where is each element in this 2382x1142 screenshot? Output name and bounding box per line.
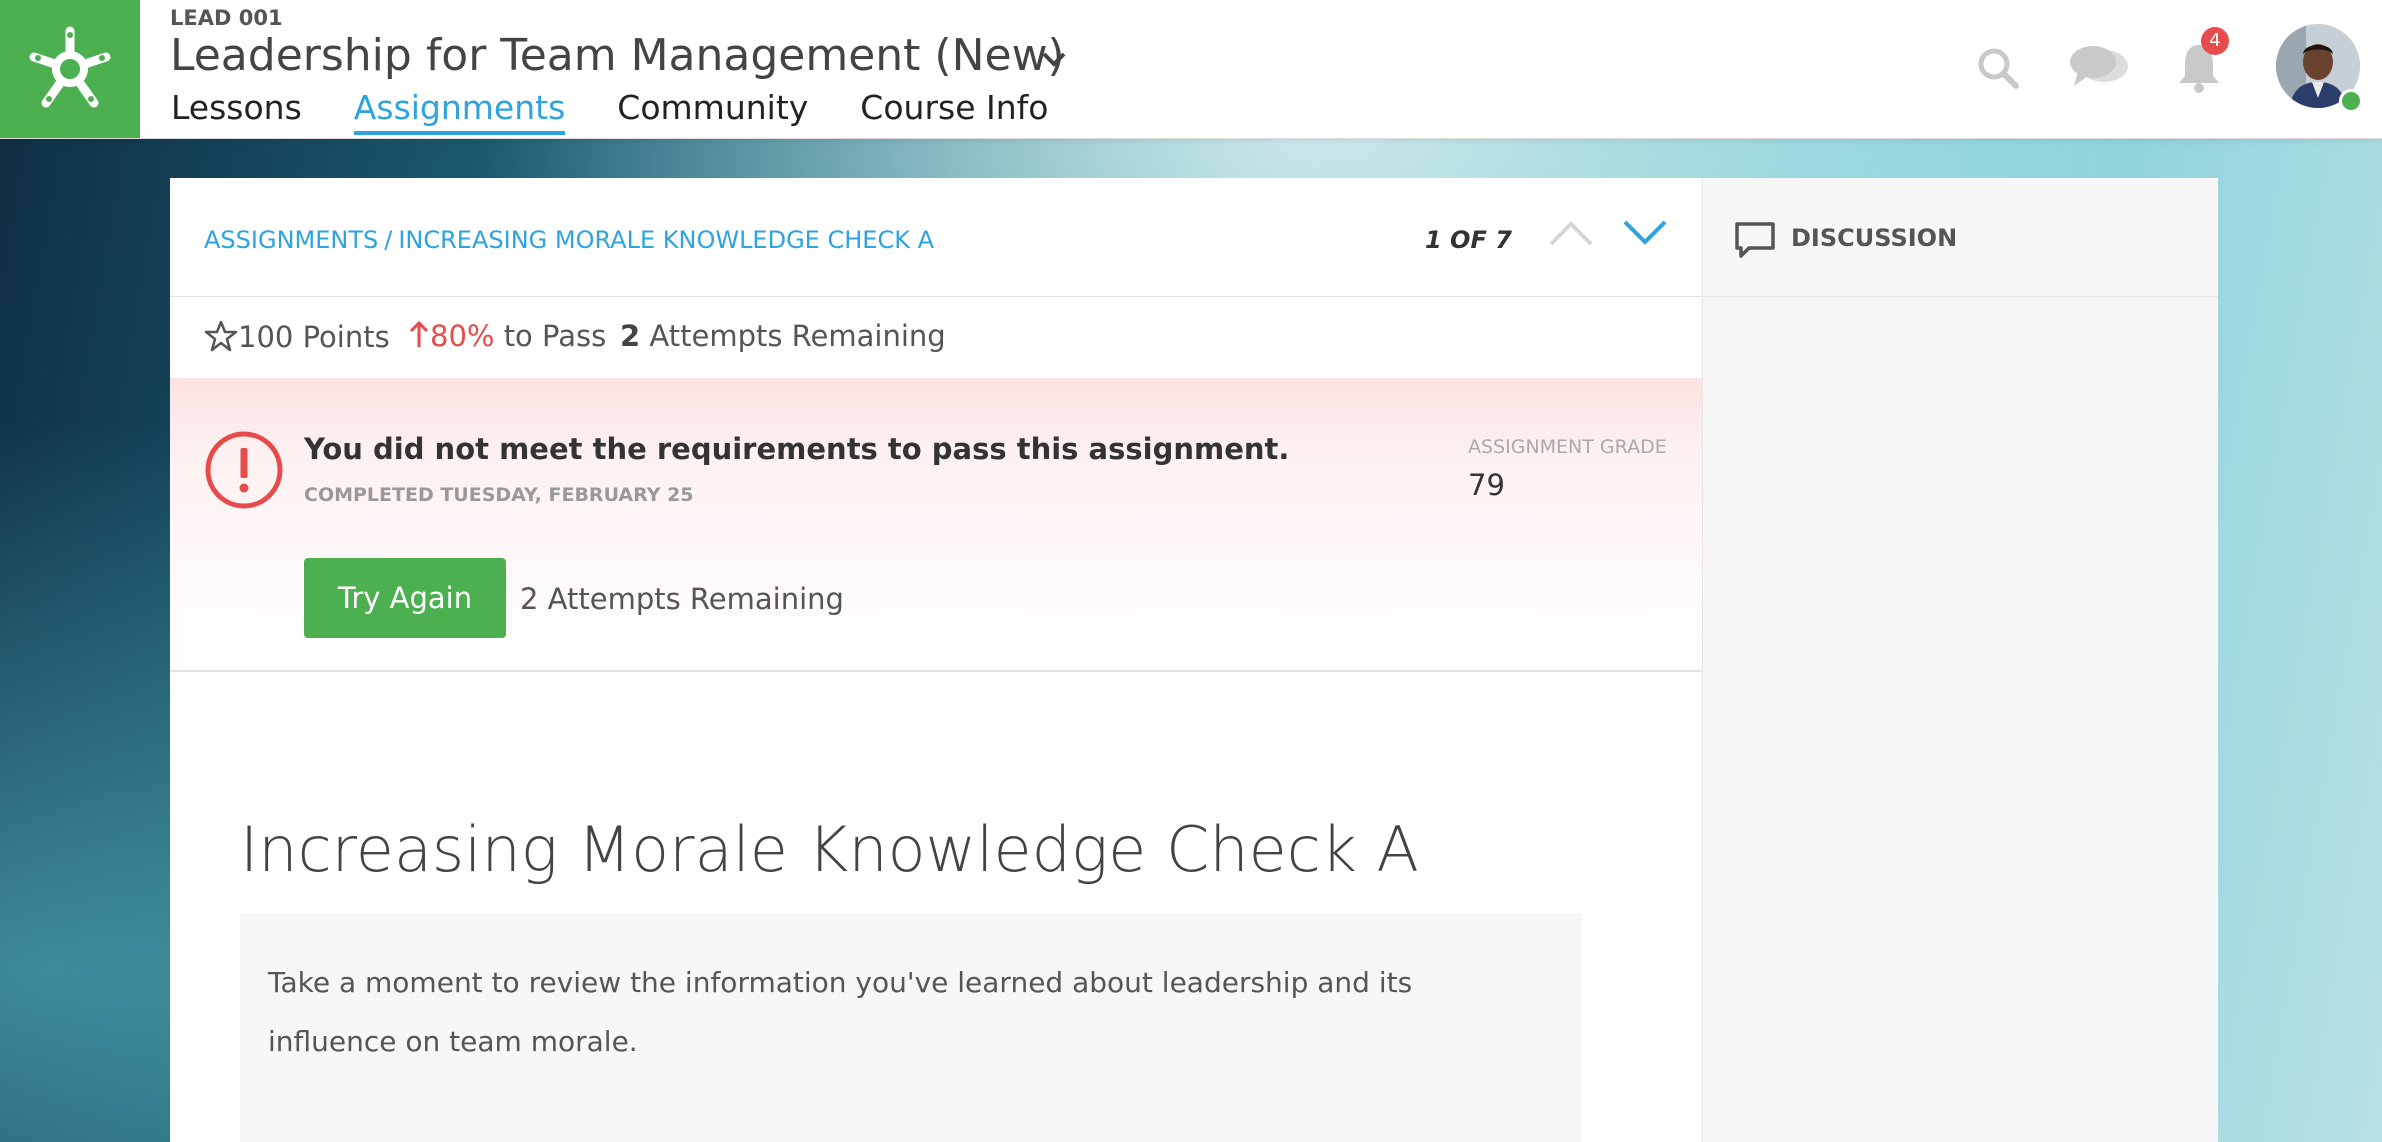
tab-assignments[interactable]: Assignments — [353, 88, 566, 135]
tab-community[interactable]: Community — [617, 88, 808, 135]
tab-lessons[interactable]: Lessons — [171, 88, 302, 135]
assignment-title: Increasing Morale Knowledge Check A — [240, 813, 1419, 886]
grade-value: 79 — [1468, 468, 1505, 502]
alert-icon — [205, 431, 283, 509]
try-again-button[interactable]: Try Again — [304, 558, 506, 638]
breadcrumb-current: INCREASING MORALE KNOWLEDGE CHECK A — [398, 226, 934, 254]
instructions-text: Take a moment to review the information … — [268, 966, 1413, 1058]
pass-percentage: 80% — [430, 319, 495, 353]
previous-assignment-button[interactable] — [1548, 218, 1594, 248]
pass-suffix: to Pass — [503, 319, 607, 353]
breadcrumb: ASSIGNMENTS / INCREASING MORALE KNOWLEDGE … — [204, 226, 934, 254]
assignment-pager: 1 OF 7 — [1425, 226, 1512, 254]
arrow-up-icon — [409, 320, 429, 347]
top-header: LEAD 001 Leadership for Team Management … — [0, 0, 2382, 139]
alert-attempts-remaining: 2 Attempts Remaining — [520, 582, 844, 616]
points-value: 100 Points — [238, 320, 390, 354]
next-assignment-button[interactable] — [1622, 218, 1668, 248]
notification-badge: 4 — [2201, 27, 2229, 55]
assignment-card: ASSIGNMENTS / INCREASING MORALE KNOWLEDGE … — [170, 178, 1702, 1142]
course-code: LEAD 001 — [170, 6, 283, 30]
points-info: 100 Points — [204, 319, 390, 354]
fail-alert: You did not meet the requirements to pas… — [170, 378, 1702, 672]
assignment-meta: 100 Points 80% to Pass 2 Attempts Remain… — [170, 297, 1702, 377]
alert-message: You did not meet the requirements to pas… — [304, 432, 1290, 466]
attempts-info: 2 Attempts Remaining — [620, 319, 946, 353]
discussion-label: DISCUSSION — [1791, 224, 1958, 252]
search-icon[interactable] — [1976, 46, 2020, 90]
grade-label: ASSIGNMENT GRADE — [1468, 436, 1667, 458]
breadcrumb-separator: / — [384, 226, 393, 254]
pass-threshold: 80% to Pass — [408, 319, 606, 353]
attempts-count: 2 — [620, 319, 641, 353]
completed-date: COMPLETED TUESDAY, FEBRUARY 25 — [304, 484, 694, 506]
app-logo[interactable] — [0, 0, 140, 138]
breadcrumb-assignments-link[interactable]: ASSIGNMENTS — [204, 226, 378, 254]
discussion-header[interactable]: DISCUSSION — [1703, 178, 2218, 297]
logo-star-icon — [29, 26, 111, 108]
online-status-dot — [2339, 89, 2363, 113]
chat-icon[interactable] — [2068, 42, 2130, 92]
course-nav: Lessons Assignments Community Course Inf… — [171, 88, 1100, 135]
star-icon — [204, 320, 238, 352]
chevron-down-icon[interactable] — [1040, 48, 1068, 70]
course-title[interactable]: Leadership for Team Management (New) — [170, 30, 1065, 81]
attempts-label: Attempts Remaining — [649, 319, 946, 353]
discussion-panel: DISCUSSION — [1702, 178, 2218, 1142]
assignment-card-header: ASSIGNMENTS / INCREASING MORALE KNOWLEDGE … — [170, 178, 1702, 297]
discussion-icon — [1735, 222, 1775, 258]
instructions-box: Take a moment to review the information … — [240, 913, 1582, 1142]
tab-course-info[interactable]: Course Info — [860, 88, 1048, 135]
